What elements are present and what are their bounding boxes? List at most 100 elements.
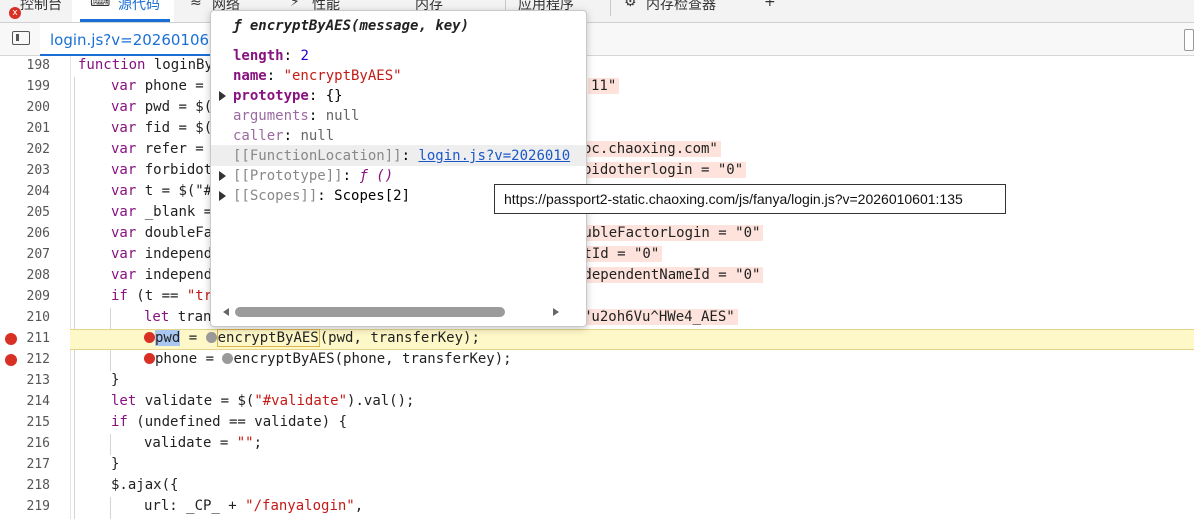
tab-sources[interactable]: 源代码	[118, 0, 160, 14]
line-number[interactable]: 214	[0, 394, 50, 409]
scroll-right-arrow-icon[interactable]	[553, 308, 559, 316]
code-line[interactable]: 212 phone = encryptByAES(phone, transfer…	[0, 350, 1194, 371]
code-text: let tran	[144, 309, 211, 325]
code-line[interactable]: 208 var independ ndependentNameId = "0"	[0, 266, 1194, 287]
inline-breakpoint-icon[interactable]	[144, 332, 155, 343]
line-number[interactable]: 204	[0, 184, 50, 199]
code-token: }	[111, 372, 120, 388]
line-number[interactable]: 210	[0, 310, 50, 325]
function-signature-text: encryptByAES(message, key)	[249, 18, 470, 34]
function-location-link[interactable]: login.js?v=2026010	[418, 148, 570, 164]
code-token: loginBy	[145, 57, 213, 73]
code-line[interactable]: 217 }	[0, 455, 1194, 476]
code-text: var t = $("#	[111, 183, 212, 199]
line-number[interactable]: 205	[0, 205, 50, 220]
file-tab-login-js[interactable]: login.js?v=2026010601	[40, 23, 239, 56]
prop-internal-prototype[interactable]: [[Prototype]]: ƒ ()	[233, 168, 393, 184]
code-line[interactable]: 216 validate = "";	[0, 434, 1194, 455]
expand-triangle-icon[interactable]	[219, 91, 226, 101]
code-line[interactable]: 210 let tran "u2oh6Vu^HWe4_AES"	[0, 308, 1194, 329]
line-number[interactable]: 215	[0, 415, 50, 430]
code-token: t = $("#	[136, 183, 213, 199]
code-editor[interactable]: 198 function loginBy 199 var phone = 11"…	[0, 56, 1194, 519]
keyword: let	[111, 393, 137, 409]
line-number[interactable]: 207	[0, 247, 50, 262]
code-token: phone =	[155, 351, 223, 367]
inline-breakpoint-icon[interactable]	[205, 332, 217, 343]
prop-caller[interactable]: caller: null	[233, 128, 334, 144]
tabs-scroll-button[interactable]	[1184, 29, 1194, 51]
line-number[interactable]: 202	[0, 142, 50, 157]
popover-horizontal-scrollbar[interactable]	[223, 307, 563, 317]
line-number[interactable]: 213	[0, 373, 50, 388]
line-number[interactable]: 203	[0, 163, 50, 178]
prop-scopes[interactable]: [[Scopes]]: Scopes[2]	[233, 188, 410, 204]
selected-token[interactable]: pwd	[155, 330, 181, 346]
active-tab-indicator	[80, 19, 170, 22]
code-text: let validate = $("#validate").val();	[111, 393, 414, 409]
keyword: var	[111, 225, 137, 241]
code-line[interactable]: 203 var forbidot bidotherlogin = "0"	[0, 161, 1194, 182]
code-token: (pwd, transferKey);	[319, 330, 480, 346]
line-number[interactable]: 198	[0, 58, 50, 73]
sidebar-toggle-icon[interactable]	[12, 31, 30, 45]
url-tooltip: https://passport2-static.chaoxing.com/js…	[494, 184, 1006, 214]
prop-length[interactable]: length: 2	[233, 48, 309, 64]
code-line[interactable]: 199 var phone = 11"	[0, 77, 1194, 98]
prop-name-row[interactable]: name: "encryptByAES"	[233, 68, 402, 84]
line-number[interactable]: 200	[0, 100, 50, 115]
line-number[interactable]: 217	[0, 457, 50, 472]
scroll-left-arrow-icon[interactable]	[223, 308, 229, 316]
code-text: var fid = $(	[111, 120, 212, 136]
add-tab-button[interactable]: +	[764, 0, 776, 10]
inline-breakpoint-icon[interactable]	[144, 353, 155, 364]
code-line[interactable]: 213 }	[0, 371, 1194, 392]
keyword: var	[111, 141, 137, 157]
expand-triangle-icon[interactable]	[219, 171, 226, 181]
code-line[interactable]: 201 var fid = $(	[0, 119, 1194, 140]
code-line[interactable]: 207 var independ ntId = "0"	[0, 245, 1194, 266]
keyword: var	[111, 204, 137, 220]
prop-name: length	[233, 48, 284, 64]
line-number[interactable]: 216	[0, 436, 50, 451]
code-text: validate = "";	[144, 435, 262, 451]
prop-name: [[Scopes]]	[233, 188, 318, 204]
code-text: if (t == "tr	[111, 288, 212, 304]
keyword: var	[111, 267, 137, 283]
prop-prototype[interactable]: prototype: {}	[233, 88, 343, 104]
tab-console[interactable]: 控制台	[20, 0, 62, 14]
code-line[interactable]: 206 var doubleFa oubleFactorLogin = "0"	[0, 224, 1194, 245]
code-line[interactable]: 215 if (undefined == validate) {	[0, 413, 1194, 434]
prop-name: prototype	[233, 88, 309, 104]
expand-triangle-icon[interactable]	[219, 191, 226, 201]
inline-value: bidotherlogin = "0"	[580, 162, 747, 178]
hovered-function-token[interactable]: encryptByAES	[216, 329, 320, 347]
code-line[interactable]: 218 $.ajax({	[0, 476, 1194, 497]
code-line[interactable]: 209 if (t == "tr	[0, 287, 1194, 308]
prop-function-location[interactable]: [[FunctionLocation]]: login.js?v=2026010	[233, 148, 570, 164]
code-line[interactable]: 214 let validate = $("#validate").val();	[0, 392, 1194, 413]
line-number[interactable]: 206	[0, 226, 50, 241]
line-number[interactable]: 219	[0, 499, 50, 514]
line-number[interactable]: 211	[0, 331, 50, 346]
code-line[interactable]: 198 function loginBy	[0, 56, 1194, 77]
line-number[interactable]: 201	[0, 121, 50, 136]
paused-line[interactable]: 211 pwd = encryptByAES(pwd, transferKey)…	[0, 329, 1194, 350]
scrollbar-thumb[interactable]	[235, 307, 505, 317]
code-line[interactable]: 219 url: _CP_ + "/fanyalogin",	[0, 497, 1194, 518]
prop-value: null	[300, 128, 335, 144]
function-icon: ƒ	[233, 18, 242, 34]
inline-breakpoint-icon[interactable]	[222, 353, 234, 364]
line-number[interactable]: 208	[0, 268, 50, 283]
code-token: forbidot	[136, 162, 213, 178]
line-number[interactable]: 218	[0, 478, 50, 493]
code-line[interactable]: 202 var refer = oc.chaoxing.com"	[0, 140, 1194, 161]
prop-arguments[interactable]: arguments: null	[233, 108, 359, 124]
line-number[interactable]: 209	[0, 289, 50, 304]
code-line[interactable]: 200 var pwd = $(	[0, 98, 1194, 119]
line-number[interactable]: 212	[0, 352, 50, 367]
code-token: tran	[169, 309, 212, 325]
line-number[interactable]: 199	[0, 79, 50, 94]
prop-value: 2	[300, 48, 309, 64]
tab-memory-inspector[interactable]: 内存检查器	[646, 0, 716, 14]
